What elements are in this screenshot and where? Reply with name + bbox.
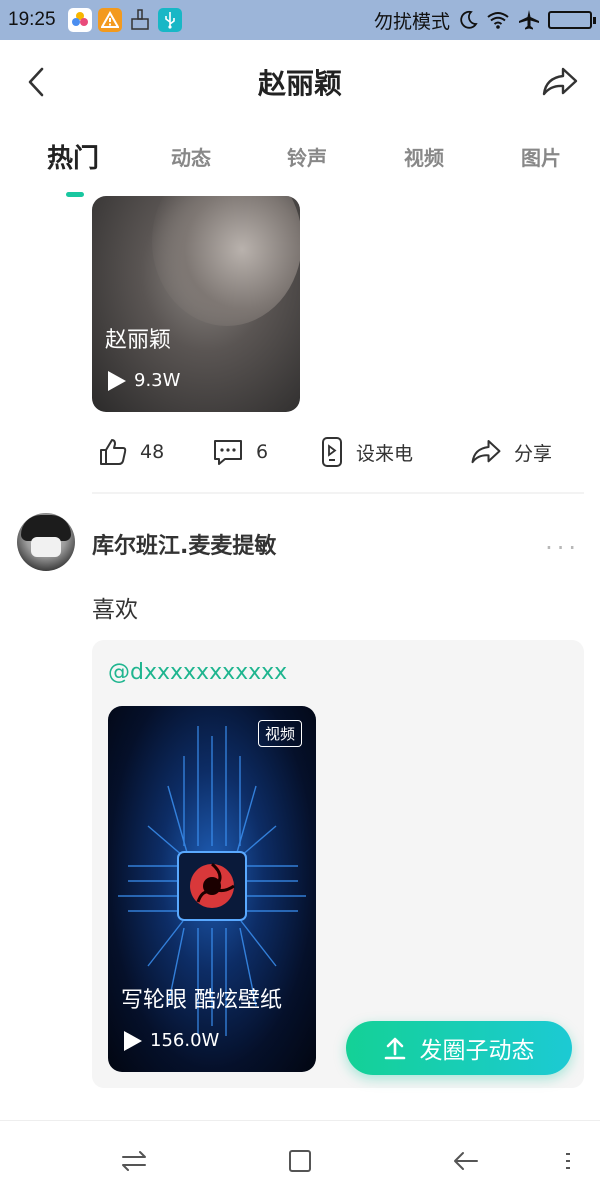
play-count: 156.0W xyxy=(150,1030,220,1051)
tab-bar: 热门 动态 铃声 视频 图片 xyxy=(0,130,600,197)
video-thumbnail xyxy=(118,726,306,1036)
share-button[interactable] xyxy=(540,62,580,102)
page-title: 赵丽颖 xyxy=(257,67,342,100)
share-label: 分享 xyxy=(514,442,553,465)
cleaner-icon xyxy=(128,8,152,32)
system-nav-bar xyxy=(0,1120,600,1200)
moon-icon xyxy=(460,10,478,29)
tab-moments[interactable]: 动态 xyxy=(171,142,211,171)
mention-link[interactable]: @dxxxxxxxxxxx xyxy=(108,660,287,685)
post-text: 喜欢 xyxy=(92,597,138,623)
back-button[interactable] xyxy=(18,64,54,100)
tab-ringtones[interactable]: 铃声 xyxy=(287,142,327,171)
play-count-row: 9.3W xyxy=(108,370,180,391)
post-moment-label: 发圈子动态 xyxy=(419,1038,535,1064)
dnd-mode-label: 勿扰模式 xyxy=(373,10,450,33)
play-icon xyxy=(124,1030,142,1051)
back-arrow-icon xyxy=(454,1152,478,1170)
recent-apps-button[interactable] xyxy=(116,1143,152,1179)
tab-active-indicator xyxy=(66,192,84,197)
username[interactable]: 库尔班江.麦麦提敏 xyxy=(92,528,276,560)
avatar[interactable] xyxy=(17,513,75,571)
post-share-button[interactable]: 分享 xyxy=(470,438,552,466)
tab-images[interactable]: 图片 xyxy=(521,142,561,171)
more-options-button[interactable]: ··· xyxy=(545,534,580,562)
upload-icon xyxy=(384,1037,405,1060)
back-nav-button[interactable] xyxy=(448,1143,484,1179)
video-badge: 视频 xyxy=(257,720,302,747)
status-time: 19:25 xyxy=(8,9,56,30)
phone-ringtone-icon xyxy=(322,437,342,467)
set-ringtone-label: 设来电 xyxy=(356,442,414,465)
tab-hot[interactable]: 热门 xyxy=(47,138,99,175)
video-card[interactable]: 视频 写轮眼 酷炫壁纸 156.0W xyxy=(108,706,316,1072)
warning-icon xyxy=(97,8,122,32)
play-count: 9.3W xyxy=(134,370,181,391)
video-card[interactable]: 赵丽颖 9.3W xyxy=(92,196,300,412)
home-button[interactable] xyxy=(282,1143,318,1179)
menu-button[interactable] xyxy=(550,1143,586,1179)
battery-icon xyxy=(548,11,596,29)
comment-count: 6 xyxy=(256,441,269,463)
menu-dots-icon xyxy=(566,1153,570,1169)
airplane-icon xyxy=(519,10,539,30)
status-right: 勿扰模式 xyxy=(373,7,596,34)
video-title: 写轮眼 酷炫壁纸 xyxy=(121,988,282,1013)
divider xyxy=(92,492,584,494)
video-title: 赵丽颖 xyxy=(105,328,172,353)
play-count-row: 156.0W xyxy=(124,1030,219,1051)
avatar-mask xyxy=(31,537,61,557)
wifi-icon xyxy=(487,12,509,29)
share-icon xyxy=(542,67,578,96)
like-count: 48 xyxy=(140,441,165,463)
usb-icon xyxy=(157,8,182,32)
comment-button[interactable]: 6 xyxy=(212,437,268,467)
post-actions: 48 6 设来电 分享 xyxy=(92,432,572,472)
like-button[interactable]: 48 xyxy=(98,437,164,467)
set-ringtone-button[interactable]: 设来电 xyxy=(320,436,413,468)
gallery-app-icon xyxy=(67,8,92,32)
tab-videos[interactable]: 视频 xyxy=(404,142,444,171)
comment-icon xyxy=(214,440,242,465)
post-moment-button[interactable]: 发圈子动态 xyxy=(346,1021,572,1075)
square-icon xyxy=(289,1150,311,1172)
status-bar: 19:25 勿扰模式 xyxy=(0,0,600,40)
play-icon xyxy=(108,370,126,391)
header: 赵丽颖 xyxy=(0,40,600,124)
thumbs-up-icon xyxy=(100,439,127,465)
chevron-left-icon xyxy=(28,67,44,97)
share-icon xyxy=(471,440,501,464)
video-thumbnail xyxy=(152,196,300,326)
switch-icon xyxy=(122,1151,146,1171)
